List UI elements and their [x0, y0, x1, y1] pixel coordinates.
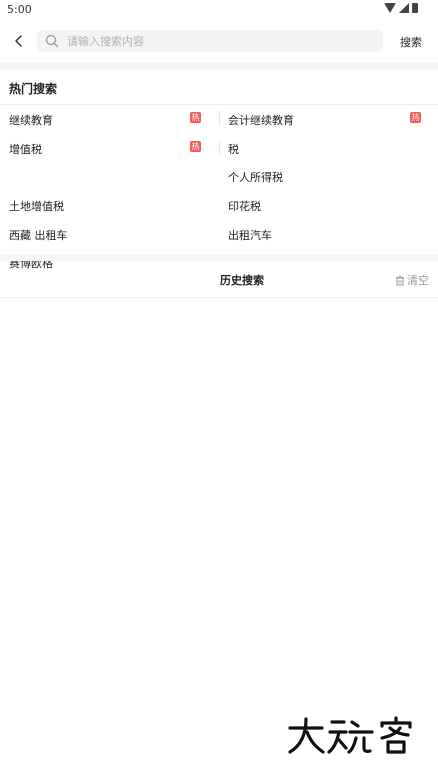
- search-button[interactable]: 搜索: [400, 34, 422, 50]
- back-button[interactable]: [8, 30, 30, 52]
- hot-badge: 热: [190, 141, 201, 152]
- hot-badge: 热: [190, 112, 201, 123]
- hot-item[interactable]: 出租汽车: [228, 227, 272, 243]
- hot-item[interactable]: 继续教育: [9, 112, 53, 128]
- status-icons: [384, 3, 418, 13]
- status-time: 5:00: [7, 3, 32, 16]
- clear-label: 清空: [407, 274, 429, 287]
- status-bar: 5:00: [0, 0, 438, 20]
- hot-item[interactable]: 印花税: [228, 198, 261, 214]
- hot-item[interactable]: 会计继续教育: [228, 112, 294, 128]
- hot-badge: 热: [410, 112, 421, 123]
- battery-icon: [412, 3, 418, 13]
- search-icon: [45, 34, 59, 48]
- column-divider: [219, 140, 220, 155]
- signal-icon: [399, 3, 409, 13]
- hot-item[interactable]: 西藏 出租车: [9, 227, 68, 243]
- hot-item[interactable]: 增值税: [9, 141, 42, 157]
- hot-item[interactable]: 土地增值税: [9, 198, 64, 214]
- hot-item[interactable]: 税: [228, 141, 239, 157]
- search-header: 搜索: [0, 26, 438, 56]
- hot-search-title: 热门搜索: [9, 82, 58, 96]
- trash-icon: [396, 275, 404, 285]
- hot-divider: [0, 104, 438, 105]
- wifi-icon: [384, 3, 396, 13]
- history-title: 历史搜索: [220, 274, 264, 287]
- section-divider: [0, 63, 438, 70]
- clear-history-button[interactable]: 清空: [395, 272, 429, 288]
- history-section-gap: [0, 255, 438, 261]
- search-box[interactable]: [37, 30, 383, 52]
- search-input[interactable]: [65, 33, 369, 49]
- column-divider: [219, 111, 220, 126]
- history-divider: [0, 297, 438, 298]
- hot-item[interactable]: 个人所得税: [228, 169, 283, 185]
- back-arrow-icon: [15, 35, 22, 47]
- watermark-logo: [288, 716, 412, 754]
